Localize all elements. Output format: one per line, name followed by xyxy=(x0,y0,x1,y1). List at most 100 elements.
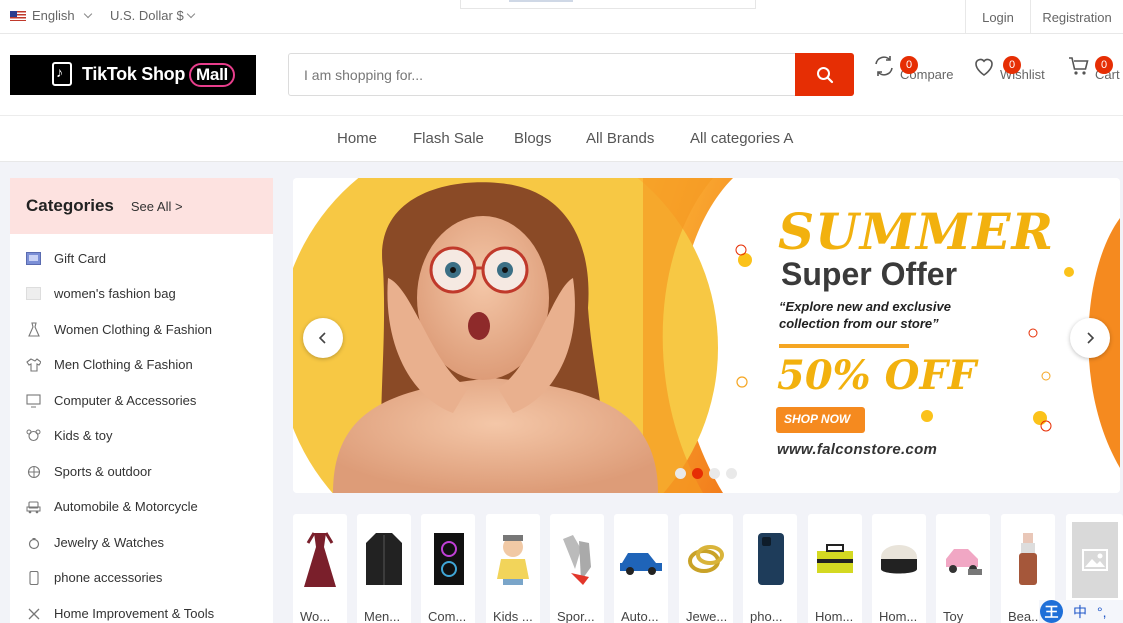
search-input[interactable] xyxy=(289,54,797,95)
top-bar: English U.S. Dollar $ Login Registration xyxy=(0,0,1123,34)
banner-tagline-2: collection from our store” xyxy=(779,316,939,331)
nav-all-brands[interactable]: All Brands xyxy=(586,130,654,147)
compare-button[interactable]: Compare 0 xyxy=(872,54,953,82)
shirt-icon xyxy=(26,357,41,372)
registration-link[interactable]: Registration xyxy=(1031,0,1123,34)
ime-punct-label: °, xyxy=(1097,603,1107,620)
gloves-product-icon xyxy=(554,528,600,590)
heart-icon xyxy=(975,58,993,76)
nav-all-categories[interactable]: All categories A xyxy=(690,130,793,147)
banner-headline: SUMMER xyxy=(778,202,1055,261)
toy-car-product-icon xyxy=(940,528,986,590)
dress-product-icon xyxy=(297,528,343,590)
ime-toolbar[interactable]: 王 中 °, xyxy=(1039,600,1123,623)
toy-icon xyxy=(26,428,41,443)
phone-product-icon xyxy=(747,528,793,590)
product-card[interactable]: Jewe... xyxy=(679,514,733,623)
sidebar-item-home-improvement[interactable]: Home Improvement & Tools xyxy=(26,606,214,621)
sidebar-item-gift-card[interactable]: Gift Card xyxy=(26,251,106,266)
sidebar-item-sports[interactable]: Sports & outdoor xyxy=(26,464,152,479)
ime-mode-label: 中 xyxy=(1073,603,1087,620)
placeholder-image-icon xyxy=(1072,522,1118,598)
ring-product-icon xyxy=(683,528,729,590)
product-card[interactable]: Hom... xyxy=(808,514,862,623)
ball-icon xyxy=(26,464,41,479)
compare-count-badge: 0 xyxy=(900,56,918,74)
banner-discount: 50% OFF xyxy=(777,352,977,399)
language-label: English xyxy=(32,8,75,23)
sidebar-item-kids-toy[interactable]: Kids & toy xyxy=(26,428,113,443)
ring-icon xyxy=(26,535,41,550)
shop-now-button[interactable]: SHOP NOW xyxy=(784,412,850,426)
tools-icon xyxy=(26,606,41,621)
nav-flash-sale[interactable]: Flash Sale xyxy=(413,130,484,147)
main-nav: Home Flash Sale Blogs All Brands All cat… xyxy=(0,116,1123,162)
carousel-dot[interactable] xyxy=(709,468,720,479)
banner-tagline-1: “Explore new and exclusive xyxy=(779,299,951,314)
categories-title: Categories xyxy=(26,196,114,215)
currency-selector[interactable]: U.S. Dollar $ xyxy=(110,8,195,23)
cart-count-badge: 0 xyxy=(1095,56,1113,74)
cart-button[interactable]: Cart 0 xyxy=(1067,54,1120,82)
product-card[interactable]: pho... xyxy=(743,514,797,623)
banner-website: www.falconstore.com xyxy=(777,441,938,458)
chevron-right-icon xyxy=(1087,332,1095,344)
product-card[interactable]: Com... xyxy=(421,514,475,623)
product-card[interactable]: Men... xyxy=(357,514,411,623)
hero-banner[interactable]: SUMMER Super Offer “Explore new and excl… xyxy=(293,178,1120,493)
product-card[interactable]: Auto... xyxy=(614,514,668,623)
car-product-icon xyxy=(618,528,664,590)
gift-card-icon xyxy=(26,251,41,266)
product-card[interactable]: Wo... xyxy=(293,514,347,623)
banner-subheadline: Super Offer xyxy=(781,256,958,292)
sidebar-item-jewelry[interactable]: Jewelry & Watches xyxy=(26,535,164,550)
cart-icon xyxy=(1069,57,1089,75)
product-card[interactable]: Kids ... xyxy=(486,514,540,623)
nav-home[interactable]: Home xyxy=(337,130,377,147)
categories-sidebar: Categories See All > Gift Card women's f… xyxy=(10,178,273,623)
sidebar-item-men-clothing[interactable]: Men Clothing & Fashion xyxy=(26,357,193,372)
login-link[interactable]: Login xyxy=(965,0,1031,34)
nav-blogs[interactable]: Blogs xyxy=(514,130,552,147)
chevron-left-icon xyxy=(318,332,326,344)
header: TikTok ShopMall Compare 0 Wishlist 0 Car… xyxy=(0,34,1123,116)
sidebar-item-women-clothing[interactable]: Women Clothing & Fashion xyxy=(26,322,212,337)
banner-prev-button[interactable] xyxy=(303,318,343,358)
banner-next-button[interactable] xyxy=(1070,318,1110,358)
logo[interactable]: TikTok ShopMall xyxy=(10,55,256,95)
search-icon xyxy=(816,66,833,83)
wishlist-count-badge: 0 xyxy=(1003,56,1021,74)
monitor-icon xyxy=(26,393,41,408)
car-icon xyxy=(26,499,41,514)
see-all-link[interactable]: See All > xyxy=(131,199,183,214)
pc-case-product-icon xyxy=(425,528,471,590)
carousel-dot-active[interactable] xyxy=(692,468,703,479)
carousel-dot[interactable] xyxy=(726,468,737,479)
carousel-dot[interactable] xyxy=(675,468,686,479)
dress-icon xyxy=(26,322,41,337)
product-card[interactable]: Toy xyxy=(936,514,990,623)
baby-product-icon xyxy=(490,528,536,590)
lipstick-product-icon xyxy=(1005,528,1051,590)
jacket-product-icon xyxy=(361,528,407,590)
toolbox-product-icon xyxy=(812,528,858,590)
search-button[interactable] xyxy=(795,53,854,96)
logo-text: TikTok Shop Mall xyxy=(82,63,235,87)
sidebar-item-automobile[interactable]: Automobile & Motorcycle xyxy=(26,499,198,514)
chevron-down-icon xyxy=(83,9,92,18)
sidebar-item-computer[interactable]: Computer & Accessories xyxy=(26,393,196,408)
categories-header: Categories See All > xyxy=(10,178,273,234)
dropdown-fragment xyxy=(460,0,756,9)
product-card[interactable]: Hom... xyxy=(872,514,926,623)
bag-icon xyxy=(26,286,41,301)
carousel-dots xyxy=(675,468,737,479)
sidebar-item-womens-bag[interactable]: women's fashion bag xyxy=(26,286,176,301)
product-card[interactable]: Spor... xyxy=(550,514,604,623)
compare-icon xyxy=(875,56,893,76)
search-bar xyxy=(288,53,854,96)
language-selector[interactable]: English xyxy=(10,8,92,23)
sidebar-item-phone-accessories[interactable]: phone accessories xyxy=(26,570,162,585)
tiktok-bag-icon xyxy=(52,62,72,86)
wishlist-button[interactable]: Wishlist 0 xyxy=(972,54,1045,82)
us-flag-icon xyxy=(10,10,26,21)
